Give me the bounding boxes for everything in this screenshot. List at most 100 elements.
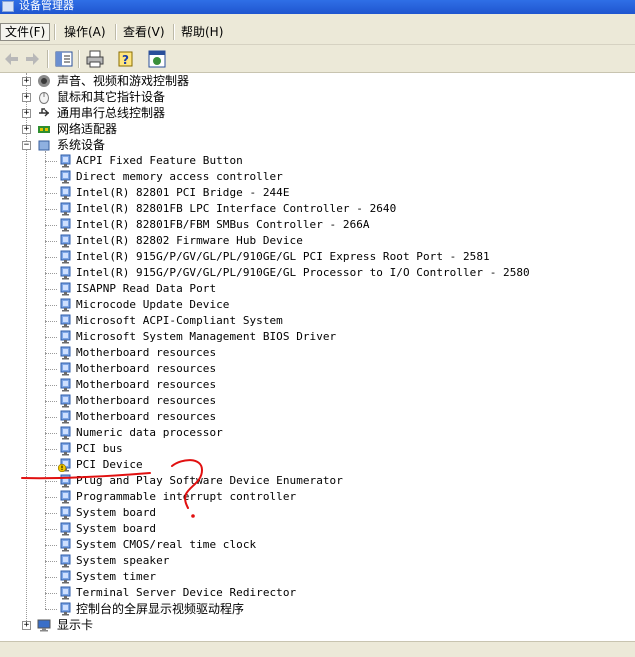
tree-device-label: PCI Device	[76, 458, 143, 471]
menu-view[interactable]: 查看(V)	[119, 23, 169, 41]
expand-icon[interactable]: +	[22, 621, 31, 630]
system-device-icon	[60, 586, 71, 600]
tree-connector	[45, 321, 57, 322]
print-icon[interactable]	[85, 49, 105, 69]
tree-device-item[interactable]: Intel(R) 82802 Firmware Hub Device	[0, 233, 600, 249]
tree-connector	[45, 465, 57, 466]
title-bar: 设备管理器	[0, 0, 635, 14]
tree-device-item[interactable]: Motherboard resources	[0, 345, 600, 361]
tree-device-item[interactable]: Motherboard resources	[0, 393, 600, 409]
system-device-icon	[60, 266, 71, 280]
properties-pane-icon[interactable]	[54, 49, 74, 69]
system-device-icon	[60, 394, 71, 408]
tree-device-item[interactable]: PCI bus	[0, 441, 600, 457]
tree-device-label: System board	[76, 506, 157, 519]
tree-connector	[45, 353, 57, 354]
help-icon[interactable]: ?	[116, 49, 136, 69]
menu-file[interactable]: 文件(F)	[0, 23, 51, 41]
tree-connector	[45, 225, 57, 226]
tree-device-label: Numeric data processor	[76, 426, 223, 439]
system-device-icon	[60, 426, 71, 440]
tree-device-label: System timer	[76, 570, 157, 583]
tree-device-label: System speaker	[76, 554, 170, 567]
tree-device-item[interactable]: System board	[0, 521, 600, 537]
tree-device-item[interactable]: Intel(R) 82801FB/FBM SMBus Controller - …	[0, 217, 600, 233]
system-device-icon	[60, 234, 71, 248]
tree-device-label: ACPI Fixed Feature Button	[76, 154, 243, 167]
system-device-icon	[60, 346, 71, 360]
network-card-icon	[38, 126, 50, 133]
tree-connector	[45, 561, 57, 562]
tree-device-label: Direct memory access controller	[76, 170, 283, 183]
expand-icon[interactable]: +	[22, 77, 31, 86]
tree-device-item-warning[interactable]: PCI Device	[0, 457, 600, 473]
tree-device-item[interactable]: 控制台的全屏显示视频驱动程序	[0, 601, 600, 617]
tree-connector	[45, 177, 57, 178]
tree-device-item[interactable]: Microsoft System Management BIOS Driver	[0, 329, 600, 345]
menu-separator	[173, 24, 175, 40]
tree-device-item[interactable]: Intel(R) 915G/P/GV/GL/PL/910GE/GL Proces…	[0, 265, 600, 281]
menu-help[interactable]: 帮助(H)	[177, 23, 227, 41]
tree-device-item[interactable]: ISAPNP Read Data Port	[0, 281, 600, 297]
tree-device-item[interactable]: Numeric data processor	[0, 425, 600, 441]
tree-device-item[interactable]: ACPI Fixed Feature Button	[0, 153, 600, 169]
mouse-icon	[39, 92, 49, 104]
tree-device-item[interactable]: Direct memory access controller	[0, 169, 600, 185]
tree-category[interactable]: + 鼠标和其它指针设备	[0, 89, 600, 105]
tree-device-item[interactable]: Motherboard resources	[0, 361, 600, 377]
tree-device-item[interactable]: Plug and Play Software Device Enumerator	[0, 473, 600, 489]
tree-device-item[interactable]: Microcode Update Device	[0, 297, 600, 313]
system-device-icon	[60, 506, 71, 520]
forward-icon[interactable]	[22, 49, 42, 69]
system-device-icon	[60, 474, 71, 488]
warning-device-icon	[58, 458, 71, 472]
menu-separator	[115, 24, 117, 40]
menu-action[interactable]: 操作(A)	[60, 23, 110, 41]
tree-device-label: Motherboard resources	[76, 346, 217, 359]
device-tree[interactable]: + 声音、视频和游戏控制器 + 鼠标和其它指针设备 + 通用串行总线控制器 + 网络适配器 − 系…	[0, 73, 635, 640]
tree-device-label: Microcode Update Device	[76, 298, 230, 311]
tree-category[interactable]: + 通用串行总线控制器	[0, 105, 600, 121]
tree-device-item[interactable]: Intel(R) 915G/P/GV/GL/PL/910GE/GL PCI Ex…	[0, 249, 600, 265]
tree-device-item[interactable]: System board	[0, 505, 600, 521]
tree-device-item[interactable]: Programmable interrupt controller	[0, 489, 600, 505]
tree-connector	[45, 385, 57, 386]
expand-icon[interactable]: +	[22, 109, 31, 118]
tree-device-item[interactable]: System speaker	[0, 553, 600, 569]
system-devices-icon	[38, 140, 50, 151]
tree-device-item[interactable]: Intel(R) 82801 PCI Bridge - 244E	[0, 185, 600, 201]
tree-category[interactable]: + 声音、视频和游戏控制器	[0, 73, 600, 89]
system-device-icon	[60, 522, 71, 536]
tree-category-system-devices[interactable]: − 系统设备	[0, 137, 600, 153]
tree-category[interactable]: + 显示卡	[0, 617, 600, 633]
speaker-icon	[38, 75, 50, 87]
system-device-icon	[60, 202, 71, 216]
back-icon[interactable]	[2, 49, 22, 69]
system-device-icon	[60, 362, 71, 376]
tree-connector	[45, 289, 57, 290]
collapse-icon[interactable]: −	[22, 141, 31, 150]
system-device-icon	[60, 442, 71, 456]
tree-connector	[45, 305, 57, 306]
tree-device-label: Terminal Server Device Redirector	[76, 586, 297, 599]
tree-device-label: System board	[76, 522, 157, 535]
tree-connector	[45, 209, 57, 210]
tree-category-label: 显示卡	[57, 618, 94, 632]
tree-device-item[interactable]: Motherboard resources	[0, 409, 600, 425]
tree-device-item[interactable]: Microsoft ACPI-Compliant System	[0, 313, 600, 329]
expand-icon[interactable]: +	[22, 125, 31, 134]
toolbar: ?	[0, 45, 635, 73]
tree-connector	[45, 577, 57, 578]
tree-device-item[interactable]: System CMOS/real time clock	[0, 537, 600, 553]
console-tree-icon[interactable]	[147, 49, 167, 69]
tree-device-label: System CMOS/real time clock	[76, 538, 257, 551]
tree-device-label: Plug and Play Software Device Enumerator	[76, 474, 343, 487]
tree-device-item[interactable]: Intel(R) 82801FB LPC Interface Controlle…	[0, 201, 600, 217]
tree-device-item[interactable]: Motherboard resources	[0, 377, 600, 393]
tree-connector	[45, 337, 57, 338]
tree-device-item[interactable]: System timer	[0, 569, 600, 585]
expand-icon[interactable]: +	[22, 93, 31, 102]
tree-category[interactable]: + 网络适配器	[0, 121, 600, 137]
tree-device-label: Intel(R) 915G/P/GV/GL/PL/910GE/GL PCI Ex…	[76, 250, 490, 263]
tree-device-item[interactable]: Terminal Server Device Redirector	[0, 585, 600, 601]
